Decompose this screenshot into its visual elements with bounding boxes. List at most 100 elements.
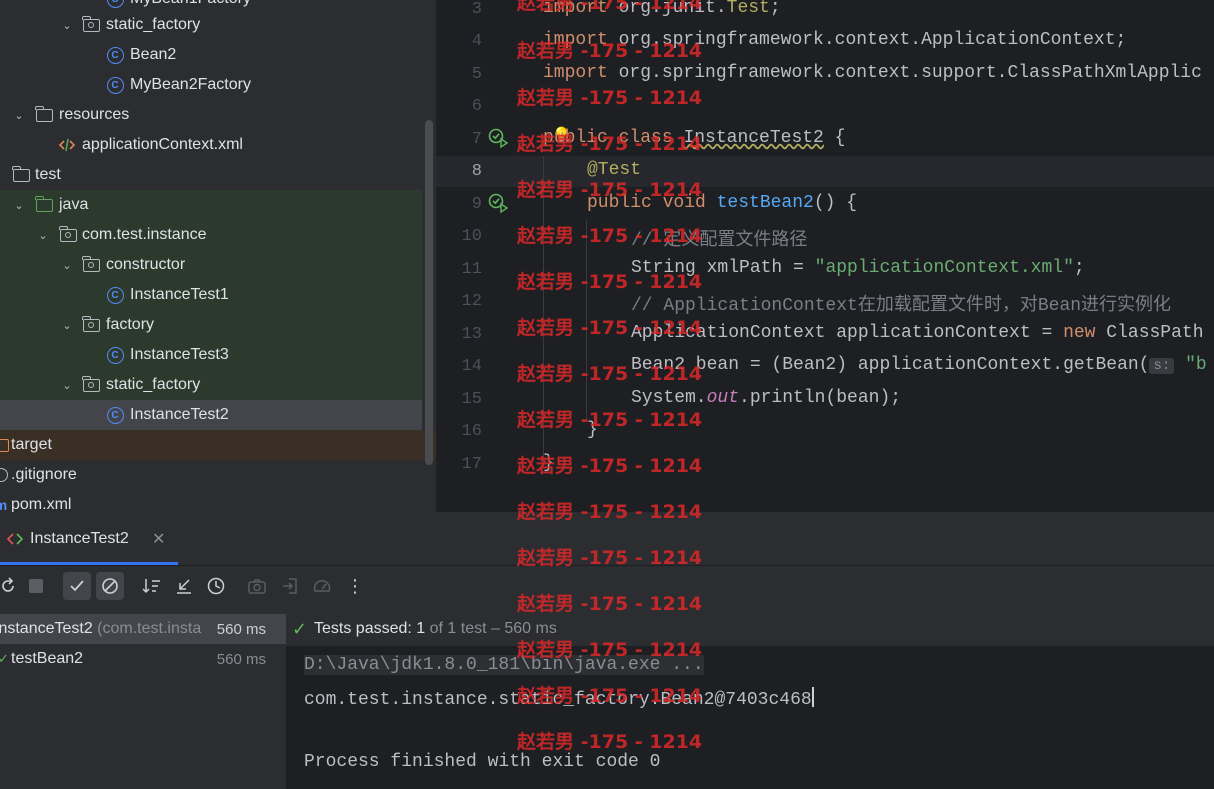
tree-item-instancetest3[interactable]: C InstanceTest3 [0,340,422,370]
ignore-file-icon [0,466,10,484]
export-icon[interactable] [276,572,304,600]
tree-item-instancetest1[interactable]: C InstanceTest1 [0,280,422,310]
class-icon: C [106,0,124,8]
code-line-11: String xmlPath = "applicationContext.xml… [631,258,1085,278]
test-status-text: Tests passed: 1 of 1 test – 560 ms [314,620,557,637]
parameter-hint: s: [1149,358,1175,374]
run-tab-label: InstanceTest2 [30,530,129,547]
code-line-15: System.out.println(bean); [631,388,902,408]
tree-item-static-factory[interactable]: ⌄ static_factory [0,10,422,40]
chevron-down-icon[interactable]: ⌄ [12,108,26,122]
line-number: 6 [471,97,482,116]
code-line-3: import org.junit.Test; [543,0,781,18]
line-number: 5 [471,65,482,84]
run-test-class-icon[interactable] [488,128,510,150]
test-method-label: testBean2 [11,650,84,667]
tree-item-label: static_factory [106,376,201,393]
line-number: 12 [461,292,482,311]
stop-icon[interactable] [22,572,50,600]
more-icon[interactable]: ⋮ [341,572,369,600]
code-line-17: } [543,453,554,473]
line-number: 13 [461,325,482,344]
code-line-10: // 定义配置文件路径 [631,231,808,251]
chevron-down-icon[interactable]: ⌄ [60,18,74,32]
code-editor[interactable]: 3 4 5 6 7 8 9 10 11 12 13 14 15 16 17 💡 … [436,0,1214,512]
close-icon[interactable]: ✕ [152,529,165,549]
resources-folder-icon [35,105,53,124]
test-status-bar: ✓ Tests passed: 1 of 1 test – 560 ms [286,612,1214,646]
tree-item-label: constructor [106,256,186,273]
project-tree-panel: C MyBean1Factory ⌄ static_factory C Bean… [0,0,436,512]
tree-item-label: test [35,166,61,183]
camera-icon[interactable] [243,572,271,600]
tree-item-factory[interactable]: ⌄ factory [0,310,422,340]
show-passed-icon[interactable] [63,572,91,600]
tree-item-gitignore[interactable]: .gitignore [0,460,422,490]
tree-item-label: MyBean1Factory [130,0,251,8]
code-line-7: public class InstanceTest2 { [543,128,846,148]
check-icon: ✓ [292,618,308,639]
code-line-16: } [587,420,598,440]
xml-file-icon [58,136,76,154]
tree-item-label: java [59,196,89,213]
sort-icon[interactable] [138,572,166,600]
line-number: 17 [461,455,482,474]
speedometer-icon[interactable] [308,572,336,600]
class-icon: C [106,406,124,424]
code-line-14: Bean2 bean = (Bean2) applicationContext.… [631,355,1207,375]
line-number: 11 [461,260,482,279]
tree-item-label: resources [59,106,130,123]
console-output[interactable]: ✓ Tests passed: 1 of 1 test – 560 ms D:\… [286,612,1214,789]
tree-item-bean2[interactable]: C Bean2 [0,40,422,70]
class-icon: C [106,286,124,304]
excluded-folder-icon [0,436,9,454]
tree-item-label: applicationContext.xml [82,136,243,153]
chevron-down-icon[interactable]: ⌄ [60,318,74,332]
tree-item-instancetest2[interactable]: C InstanceTest2 [0,400,422,430]
code-line-12: // ApplicationContext在加载配置文件时，对Bean进行实例化 [631,296,1172,316]
chevron-down-icon[interactable]: ⌄ [60,258,74,272]
class-icon: C [106,46,124,64]
tree-item-constructor[interactable]: ⌄ constructor [0,250,422,280]
passed-check-icon: ✓ [0,651,9,666]
tree-item-test[interactable]: test [0,160,422,190]
code-line-4: import org.springframework.context.Appli… [543,30,1127,50]
rerun-icon[interactable] [0,572,22,600]
tree-item-label: target [11,436,52,453]
tree-item-applicationcontext-xml[interactable]: applicationContext.xml [0,130,422,160]
package-icon [82,315,100,334]
test-duration: 560 ms [212,620,266,638]
chevron-down-icon[interactable]: ⌄ [12,198,26,212]
run-config-icon [6,530,24,548]
maven-icon: m [0,497,8,512]
console-command-line[interactable]: D:\Java\jdk1.8.0_181\bin\java.exe ... [304,655,704,675]
show-ignored-icon[interactable] [96,572,124,600]
tree-item-label: InstanceTest3 [130,346,229,363]
code-line-5: import org.springframework.context.suppo… [543,63,1202,83]
collapse-icon[interactable] [170,572,198,600]
tree-item-com-test-instance[interactable]: ⌄ com.test.instance [0,220,422,250]
tree-item-pom-xml[interactable]: m pom.xml [0,490,422,512]
text-caret [811,687,814,707]
tree-item-resources[interactable]: ⌄ resources [0,100,422,130]
tree-item-static-factory-test[interactable]: ⌄ static_factory [0,370,422,400]
test-suite-row[interactable]: InstanceTest2 (com.test.insta 560 ms [0,614,286,644]
current-line-highlight [436,156,1214,187]
tree-item-label: com.test.instance [82,226,207,243]
code-line-9: public void testBean2() { [587,193,858,213]
tree-item-target[interactable]: target [0,430,436,460]
history-icon[interactable] [202,572,230,600]
class-icon: C [106,76,124,94]
tree-item-label: Bean2 [130,46,177,63]
line-number: 3 [471,0,482,19]
tree-item-mybean2factory[interactable]: C MyBean2Factory [0,70,422,100]
test-method-row[interactable]: ✓ testBean2 560 ms [0,644,286,674]
tree-item-label: MyBean2Factory [130,76,251,93]
line-number-current: 8 [471,162,482,181]
chevron-down-icon[interactable]: ⌄ [60,378,74,392]
tree-scrollbar[interactable] [425,120,433,465]
line-number: 16 [461,422,482,441]
chevron-down-icon[interactable]: ⌄ [36,228,50,242]
tree-item-java[interactable]: ⌄ java [0,190,422,220]
run-test-method-icon[interactable] [488,193,510,215]
